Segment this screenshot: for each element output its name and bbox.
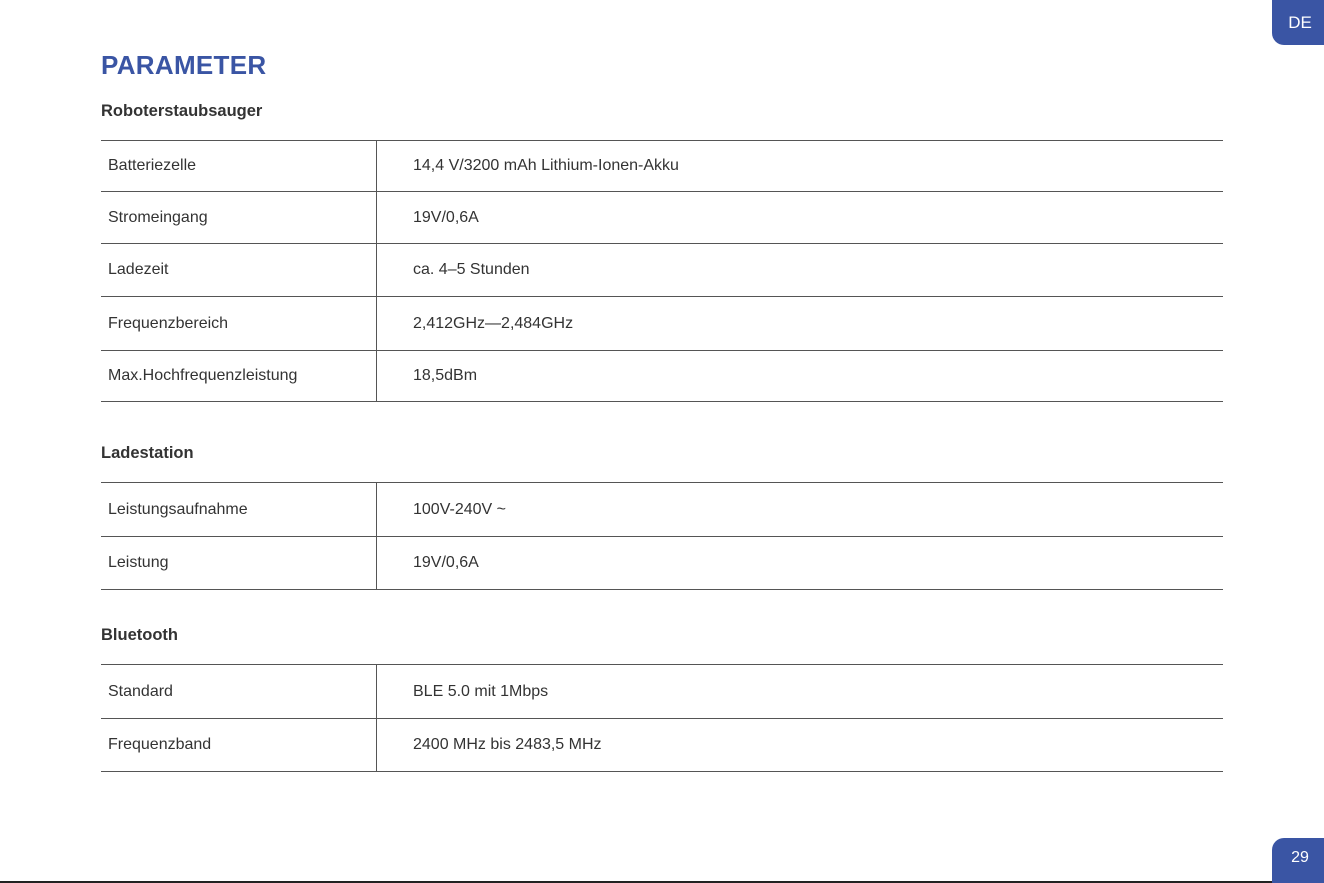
spec-value: 100V-240V ~ — [413, 500, 506, 518]
table-row: Stromeingang 19V/0,6A — [101, 191, 1223, 244]
spec-label: Max.Hochfrequenzleistung — [101, 350, 377, 402]
spec-label: Frequenzband — [101, 718, 377, 772]
spec-label: Leistungsaufnahme — [101, 482, 377, 537]
table-row: Max.Hochfrequenzleistung 18,5dBm — [101, 350, 1223, 402]
table-row: Standard BLE 5.0 mit 1Mbps — [101, 664, 1223, 719]
spec-value: ca. 4–5 Stunden — [413, 261, 530, 278]
section-heading-ladestation: Ladestation — [101, 444, 194, 462]
page-number: 29 — [1272, 838, 1324, 883]
table-row: Leistungsaufnahme 100V-240V ~ — [101, 482, 1223, 537]
table-row: Leistung 19V/0,6A — [101, 536, 1223, 590]
page-title: PARAMETER — [101, 50, 267, 80]
spec-table-roboterstaubsauger: Batteriezelle 14,4 V/3200 mAh Lithium-Io… — [101, 140, 1223, 402]
table-row: Ladezeit ca. 4–5 Stunden — [101, 243, 1223, 297]
table-row: Frequenzband 2400 MHz bis 2483,5 MHz — [101, 718, 1223, 772]
table-row: Frequenzbereich 2,412GHz—2,484GHz — [101, 296, 1223, 351]
bottom-rule — [0, 881, 1272, 883]
spec-label: Frequenzbereich — [101, 296, 377, 351]
spec-value: 2400 MHz bis 2483,5 MHz — [413, 736, 602, 753]
spec-label: Batteriezelle — [101, 140, 377, 192]
spec-value: 19V/0,6A — [413, 208, 479, 226]
spec-label: Ladezeit — [101, 243, 377, 297]
spec-value: 2,412GHz—2,484GHz — [413, 314, 574, 332]
spec-value: 14,4 V/3200 mAh Lithium-Ionen-Akku — [413, 157, 679, 174]
spec-value: BLE 5.0 mit 1Mbps — [413, 682, 549, 700]
spec-value: 18,5dBm — [413, 367, 478, 384]
spec-table-bluetooth: Standard BLE 5.0 mit 1Mbps Frequenzband … — [101, 664, 1223, 772]
section-heading-roboterstaubsauger: Roboterstaubsauger — [101, 102, 263, 120]
spec-value: 19V/0,6A — [413, 554, 479, 571]
spec-label: Stromeingang — [101, 191, 377, 244]
spec-label: Standard — [101, 664, 377, 719]
spec-table-ladestation: Leistungsaufnahme 100V-240V ~ Leistung 1… — [101, 482, 1223, 590]
spec-label: Leistung — [101, 536, 377, 590]
language-tab: DE — [1272, 0, 1324, 45]
table-row: Batteriezelle 14,4 V/3200 mAh Lithium-Io… — [101, 140, 1223, 192]
section-heading-bluetooth: Bluetooth — [101, 626, 178, 644]
